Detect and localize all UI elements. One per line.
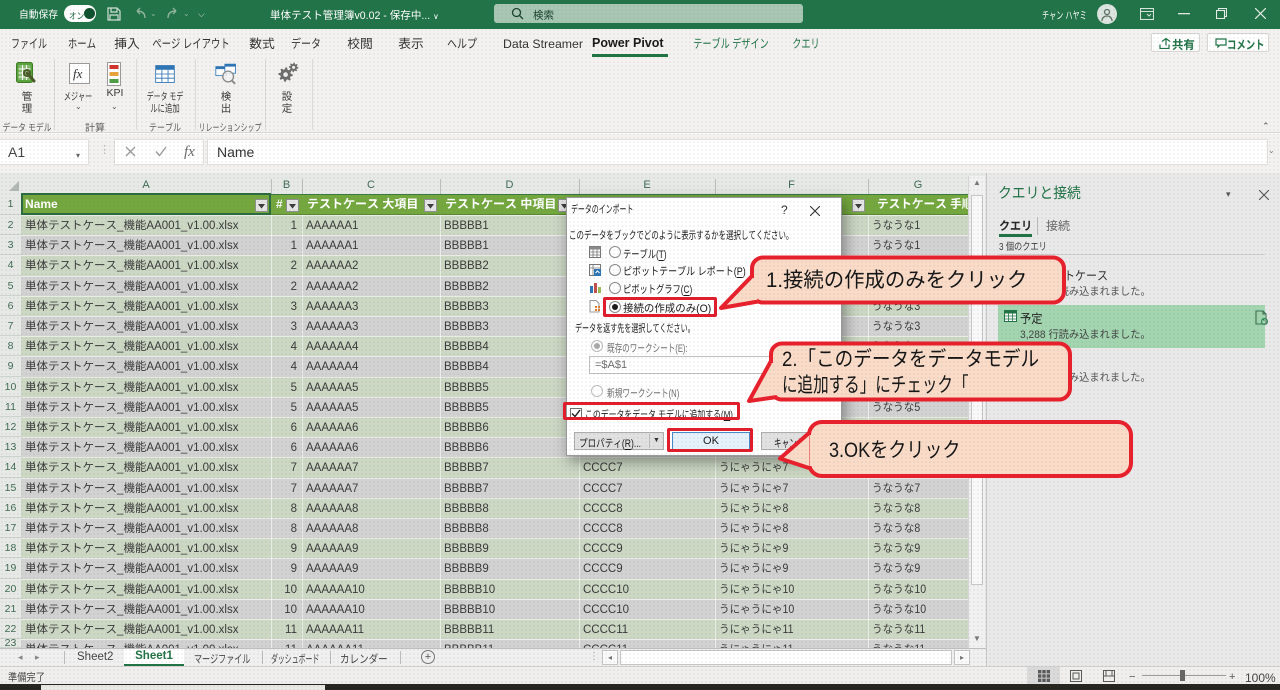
svg-text:fx: fx	[184, 144, 195, 159]
svg-text:fx: fx	[73, 66, 83, 81]
